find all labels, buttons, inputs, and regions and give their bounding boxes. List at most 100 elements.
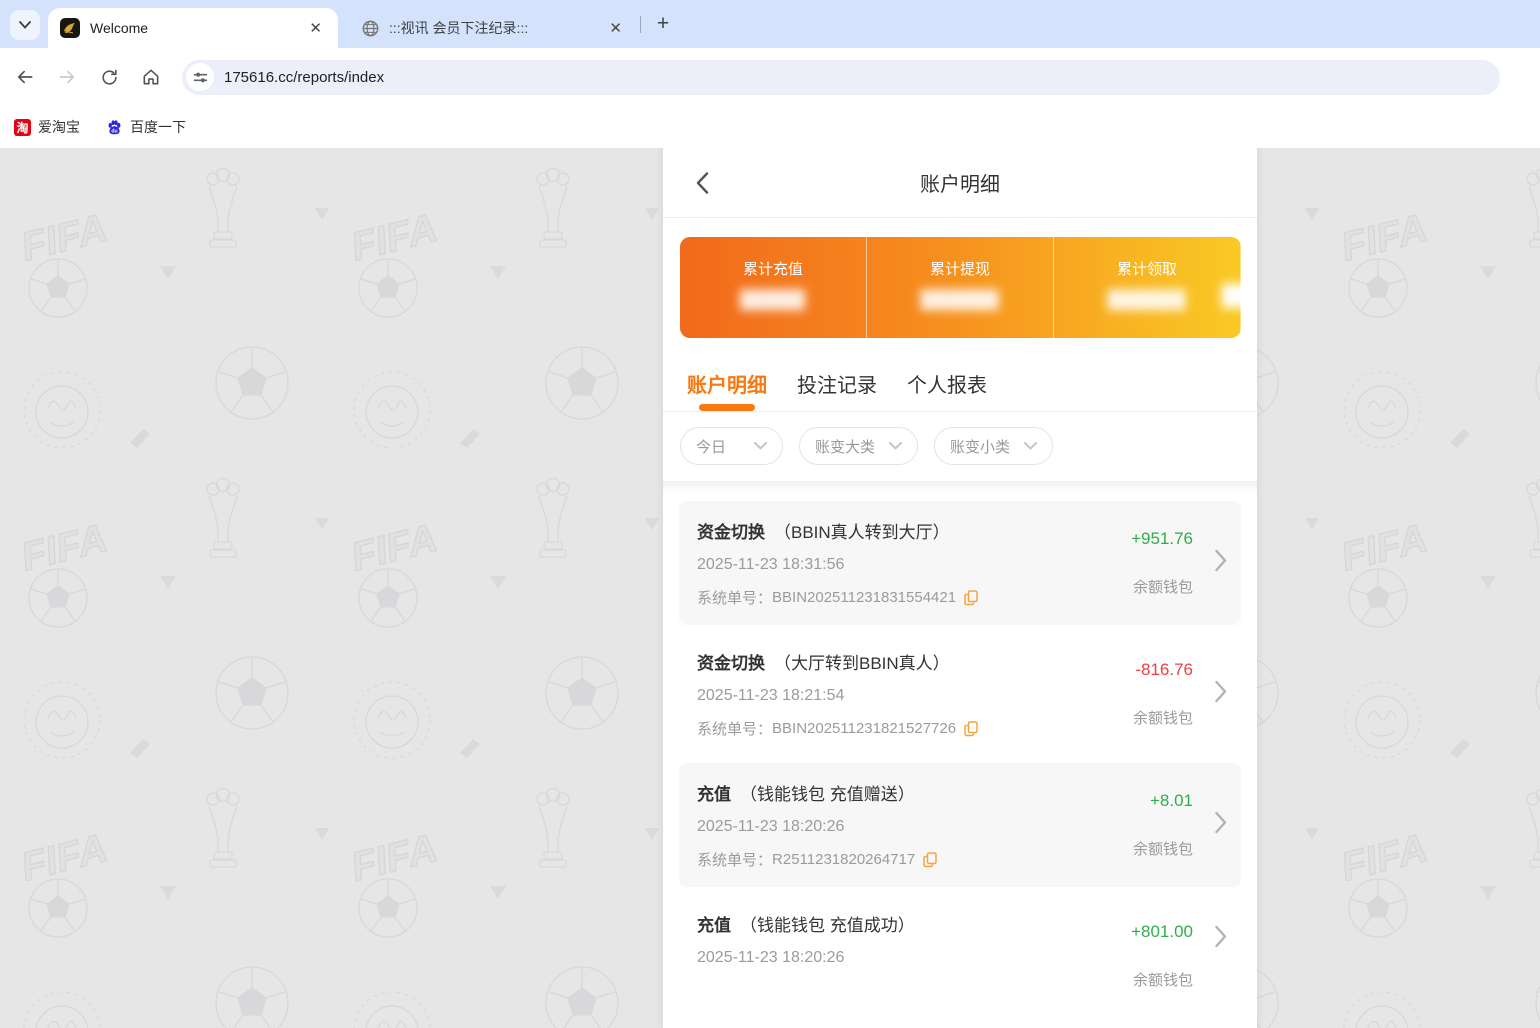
forward-arrow-icon bbox=[59, 70, 75, 84]
amount-column: +951.76 余额钱包 bbox=[1131, 529, 1193, 597]
reload-button[interactable] bbox=[92, 60, 126, 94]
bookmark-baidu[interactable]: du 百度一下 bbox=[106, 117, 186, 137]
address-bar[interactable]: 175616.cc/reports/index bbox=[182, 59, 1500, 95]
transaction-detail: （BBIN真人转到大厅） bbox=[774, 523, 950, 542]
back-arrow-icon bbox=[17, 70, 33, 84]
close-tab-icon[interactable]: ✕ bbox=[303, 17, 328, 39]
forward-button[interactable] bbox=[50, 60, 84, 94]
transaction-type: 充值 bbox=[697, 916, 731, 935]
section-tab-personal-report[interactable]: 个人报表 bbox=[907, 369, 987, 411]
chevron-down-icon bbox=[754, 442, 767, 450]
summary-column: 累计提现 ██████ bbox=[867, 237, 1054, 338]
amount-value: +951.76 bbox=[1131, 529, 1193, 548]
bookmark-label: 百度一下 bbox=[130, 119, 186, 135]
section-tab-bet-records[interactable]: 投注记录 bbox=[797, 369, 877, 411]
transaction-type: 充值 bbox=[697, 785, 731, 804]
chevron-right-icon[interactable] bbox=[1215, 549, 1227, 577]
transaction-detail: （大厅转到BBIN真人） bbox=[774, 654, 950, 673]
browser-tab-strip: Welcome ✕ :::视讯 会员下注纪录::: ✕ + bbox=[0, 0, 1540, 48]
section-shadow-divider bbox=[663, 481, 1257, 493]
copy-icon[interactable] bbox=[964, 589, 978, 606]
totals-summary-card[interactable]: 累计充值 █████ 累计提现 ██████ 累计领取 ██████ ██ bbox=[680, 237, 1241, 338]
filter-row: 今日 账变大类 账变小类 bbox=[663, 412, 1257, 481]
welcome-favicon-icon bbox=[60, 18, 80, 38]
summary-column: 累计充值 █████ bbox=[680, 237, 867, 338]
wallet-label: 余额钱包 bbox=[1132, 579, 1193, 596]
back-button-panel[interactable] bbox=[689, 170, 715, 196]
amount-column: +8.01 余额钱包 bbox=[1133, 791, 1193, 859]
transaction-detail: （钱能钱包 充值成功） bbox=[740, 916, 915, 935]
transaction-row[interactable]: 资金切换 （BBIN真人转到大厅） 2025-11-23 18:31:56 系统单… bbox=[679, 501, 1241, 625]
baidu-paw-icon: du bbox=[108, 119, 121, 134]
site-info-button[interactable] bbox=[186, 63, 214, 91]
chevron-left-icon bbox=[696, 172, 708, 194]
chevron-right-icon[interactable] bbox=[1215, 925, 1227, 953]
tab-title: :::视讯 会员下注纪录::: bbox=[389, 20, 529, 36]
amount-column: -816.76 余额钱包 bbox=[1133, 660, 1193, 728]
tab-label: 账户明细 bbox=[687, 375, 767, 397]
svg-text:du: du bbox=[111, 128, 117, 134]
summary-label: 累计提现 bbox=[929, 261, 990, 278]
browser-tab-betting-records[interactable]: :::视讯 会员下注纪录::: ✕ bbox=[350, 8, 638, 48]
wallet-label: 余额钱包 bbox=[1132, 710, 1193, 727]
chevron-right-icon[interactable] bbox=[1215, 811, 1227, 839]
bookmark-aitaobao[interactable]: 淘 爱淘宝 bbox=[14, 117, 80, 137]
browser-toolbar: 175616.cc/reports/index bbox=[0, 48, 1540, 106]
transaction-row[interactable]: 充值 （钱能钱包 充值赠送） 2025-11-23 18:20:26 系统单号： R… bbox=[679, 763, 1241, 887]
transaction-type: 资金切换 bbox=[697, 523, 765, 542]
chevron-down-icon bbox=[19, 21, 31, 29]
tab-label: 投注记录 bbox=[797, 375, 877, 397]
masked-partial-value: ██ bbox=[1221, 285, 1241, 307]
panel-header: 账户明细 bbox=[663, 148, 1257, 218]
filter-label: 账变小类 bbox=[950, 438, 1011, 456]
account-detail-panel: 账户明细 累计充值 █████ 累计提现 ██████ 累计领取 ██████ … bbox=[663, 148, 1257, 1028]
wallet-label: 余额钱包 bbox=[1132, 972, 1193, 989]
chevron-right-icon[interactable] bbox=[1215, 680, 1227, 708]
home-button[interactable] bbox=[134, 60, 168, 94]
summary-masked-value: ██████ bbox=[1107, 290, 1187, 309]
close-tab-icon[interactable]: ✕ bbox=[603, 17, 628, 39]
amount-value: +801.00 bbox=[1131, 922, 1193, 941]
copy-icon[interactable] bbox=[923, 851, 937, 868]
summary-masked-value: ██████ bbox=[920, 290, 1000, 309]
filter-label: 账变大类 bbox=[815, 438, 876, 456]
order-number: BBIN202511231821527726 bbox=[772, 720, 957, 737]
summary-column: 累计领取 ██████ bbox=[1054, 237, 1241, 338]
filter-label: 今日 bbox=[696, 438, 727, 456]
summary-label: 累计充值 bbox=[742, 261, 803, 278]
bookmark-label: 爱淘宝 bbox=[38, 119, 80, 135]
order-number-label: 系统单号： bbox=[697, 852, 773, 869]
transaction-row[interactable]: 充值 （钱能钱包 充值成功） 2025-11-23 18:20:26 +801.0… bbox=[679, 894, 1241, 989]
page-content: FIFA bbox=[0, 148, 1540, 1028]
order-number-label: 系统单号： bbox=[697, 590, 773, 607]
transaction-list: 资金切换 （BBIN真人转到大厅） 2025-11-23 18:31:56 系统单… bbox=[663, 493, 1257, 989]
transaction-detail: （钱能钱包 充值赠送） bbox=[740, 785, 915, 804]
amount-value: +8.01 bbox=[1149, 791, 1193, 810]
filter-dropdown[interactable]: 今日 bbox=[680, 427, 783, 465]
tab-separator bbox=[640, 16, 641, 33]
tune-icon bbox=[193, 72, 207, 82]
globe-icon bbox=[362, 20, 379, 36]
tab-label: 个人报表 bbox=[907, 375, 987, 397]
summary-masked-value: █████ bbox=[740, 290, 806, 309]
tab-search-button[interactable] bbox=[10, 10, 40, 40]
amount-value: -816.76 bbox=[1135, 660, 1193, 679]
tab-title: Welcome bbox=[90, 20, 149, 36]
section-tab-account-detail[interactable]: 账户明细 bbox=[687, 369, 767, 411]
filter-dropdown[interactable]: 账变大类 bbox=[799, 427, 918, 465]
back-button[interactable] bbox=[8, 60, 42, 94]
new-tab-button[interactable]: + bbox=[650, 11, 676, 37]
filter-dropdown[interactable]: 账变小类 bbox=[934, 427, 1053, 465]
section-tabs: 账户明细 投注记录 个人报表 bbox=[663, 338, 1257, 412]
wallet-label: 余额钱包 bbox=[1132, 841, 1193, 858]
order-number: BBIN202511231831554421 bbox=[772, 589, 957, 606]
url-text: 175616.cc/reports/index bbox=[224, 68, 385, 86]
copy-icon[interactable] bbox=[964, 720, 978, 737]
browser-tab-welcome[interactable]: Welcome ✕ bbox=[48, 8, 338, 48]
transaction-row[interactable]: 资金切换 （大厅转到BBIN真人） 2025-11-23 18:21:54 系统单… bbox=[679, 632, 1241, 756]
transaction-type: 资金切换 bbox=[697, 654, 765, 673]
summary-label: 累计领取 bbox=[1116, 261, 1177, 278]
chevron-down-icon bbox=[1024, 442, 1037, 450]
order-number-label: 系统单号： bbox=[697, 721, 773, 738]
bookmarks-bar: 淘 爱淘宝 du 百度一下 bbox=[0, 106, 1540, 148]
